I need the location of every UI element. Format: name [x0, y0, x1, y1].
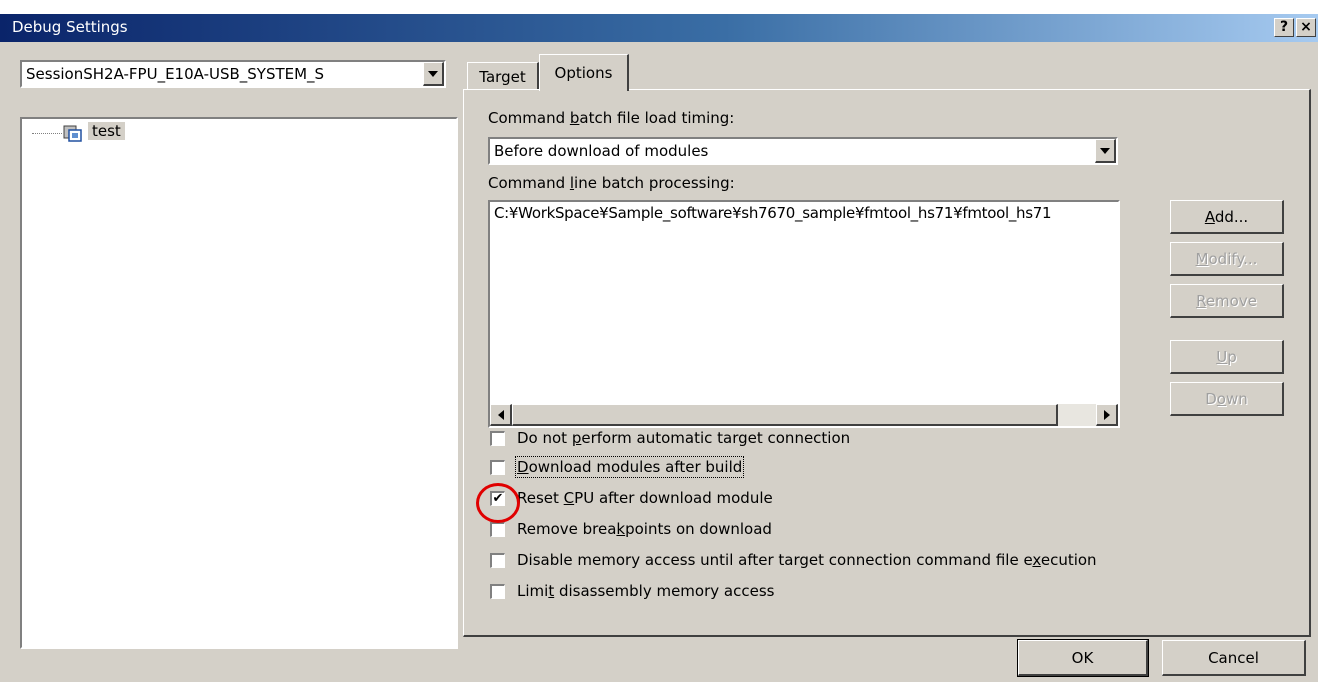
checkbox-reset-cpu[interactable]: ✔ Reset CPU after download module [490, 486, 773, 510]
debug-settings-dialog: Debug Settings ? × SessionSH2A-FPU_E10A-… [0, 14, 1318, 682]
ok-button[interactable]: OK [1017, 639, 1149, 677]
horizontal-scrollbar[interactable] [490, 404, 1118, 426]
up-button[interactable]: Up [1170, 340, 1284, 374]
list-item[interactable]: C:¥WorkSpace¥Sample_software¥sh7670_samp… [494, 204, 1052, 222]
modify-button[interactable]: Modify... [1170, 242, 1284, 276]
remove-button[interactable]: Remove [1170, 284, 1284, 318]
add-button[interactable]: Add... [1170, 200, 1284, 234]
cmdline-label: Command line batch processing: [488, 174, 735, 192]
highlight-circle-annotation [476, 483, 520, 523]
scroll-thumb[interactable] [512, 404, 1058, 426]
checkbox[interactable] [490, 583, 505, 599]
session-tree[interactable]: test [20, 117, 458, 649]
checkbox-label: Disable memory access until after target… [517, 551, 1097, 569]
help-button[interactable]: ? [1274, 18, 1294, 37]
down-button[interactable]: Down [1170, 382, 1284, 416]
checkbox-label: Limit disassembly memory access [517, 582, 775, 600]
checkbox-no-auto-connect[interactable]: Do not perform automatic target connecti… [490, 426, 850, 450]
tree-connector [32, 133, 62, 134]
close-button[interactable]: × [1296, 18, 1316, 37]
session-select[interactable]: SessionSH2A-FPU_E10A-USB_SYSTEM_S [20, 60, 446, 88]
cancel-button[interactable]: Cancel [1162, 640, 1306, 676]
batch-timing-value: Before download of modules [494, 142, 709, 160]
window-title: Debug Settings [12, 18, 128, 36]
chevron-down-icon[interactable] [423, 62, 444, 86]
tab-target[interactable]: Target [467, 62, 539, 90]
checkbox-limit-disassembly[interactable]: Limit disassembly memory access [490, 579, 774, 603]
tab-options[interactable]: Options [539, 54, 629, 91]
batch-timing-label: Command batch file load timing: [488, 109, 735, 127]
checkbox[interactable] [490, 430, 505, 446]
checkbox[interactable] [490, 552, 505, 568]
checkbox[interactable] [490, 521, 505, 537]
chevron-down-icon[interactable] [1095, 139, 1116, 163]
session-select-value: SessionSH2A-FPU_E10A-USB_SYSTEM_S [26, 65, 325, 83]
checkbox[interactable] [490, 459, 505, 475]
arrow-right-icon [1103, 409, 1110, 420]
batch-timing-select[interactable]: Before download of modules [488, 137, 1118, 165]
checkbox-remove-breakpoints[interactable]: Remove breakpoints on download [490, 517, 772, 541]
scroll-right-button[interactable] [1096, 404, 1118, 426]
checkbox-label: Remove breakpoints on download [517, 520, 772, 538]
title-bar[interactable]: Debug Settings ? × [0, 14, 1318, 42]
tree-item-test[interactable]: test [88, 122, 125, 140]
project-icon [63, 125, 82, 142]
checkbox-label: Do not perform automatic target connecti… [517, 429, 851, 447]
cmdline-list[interactable]: C:¥WorkSpace¥Sample_software¥sh7670_samp… [488, 200, 1120, 428]
arrow-left-icon [497, 409, 504, 420]
checkbox-download-after-build[interactable]: Download modules after build [490, 455, 745, 479]
checkbox-disable-memory-access[interactable]: Disable memory access until after target… [490, 548, 1097, 572]
checkbox-label: Reset CPU after download module [517, 489, 773, 507]
checkbox-label: Download modules after build [514, 456, 745, 478]
scroll-left-button[interactable] [490, 404, 512, 426]
